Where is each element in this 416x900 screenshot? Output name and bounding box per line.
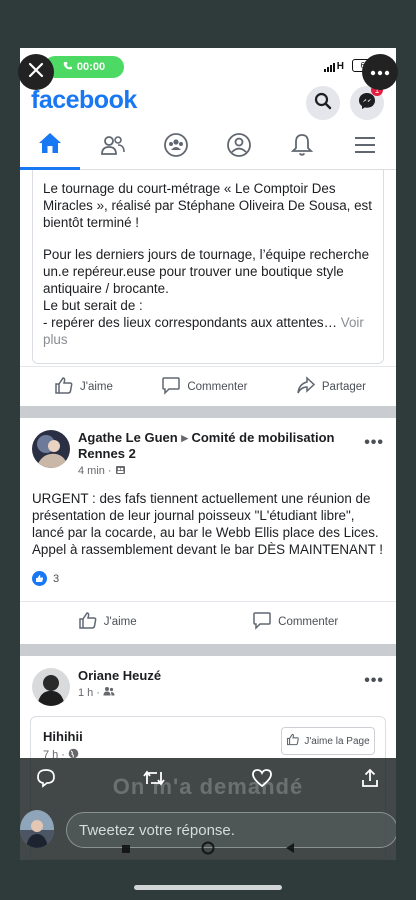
more-horizontal-icon (370, 63, 390, 81)
post-text-truncated: - repérer des lieux correspondants aux a… (43, 315, 338, 330)
post-time[interactable]: 1 h (78, 687, 93, 699)
signal-bars-icon (323, 63, 335, 72)
phone-screen: 00:00 H 64 facebook 1 (20, 48, 396, 860)
bell-icon (290, 132, 314, 163)
thumbs-up-icon (54, 376, 74, 398)
post-text: Pour les derniers jours de tournage, l’é… (43, 247, 370, 296)
system-nav-ghost (20, 840, 396, 860)
tab-notifications[interactable] (272, 124, 332, 170)
share-button[interactable]: Partager (296, 375, 366, 398)
like-button[interactable]: J'aime (54, 376, 113, 398)
close-icon (28, 62, 44, 83)
recents-icon (121, 841, 131, 859)
tweet-reply-bar: On m'a demandé Tweetez votre réponse. (20, 758, 396, 860)
comment-icon (252, 611, 272, 633)
network-type: H (336, 61, 344, 72)
like-label: J'aime (80, 380, 113, 393)
messenger-button[interactable]: 1 (350, 84, 384, 120)
tab-menu[interactable] (335, 124, 395, 170)
share-label: Partager (321, 380, 366, 393)
avatar[interactable] (32, 430, 70, 468)
like-label: J'aime (103, 615, 137, 628)
post-header: Oriane Heuzé 1 h · ••• (32, 668, 384, 718)
author-name[interactable]: Oriane Heuzé (78, 668, 348, 684)
friends-audience-icon (103, 686, 115, 699)
post-header: Agathe Le Guen ▸ Comité de mobilisation … (32, 430, 384, 480)
heart-icon (251, 768, 273, 793)
like-reaction-icon (32, 571, 47, 586)
facebook-nav (20, 124, 396, 170)
feed-post: Agathe Le Guen ▸ Comité de mobilisation … (20, 418, 396, 644)
like-button[interactable]: J'aime (78, 611, 137, 633)
search-icon (314, 92, 332, 115)
signal-indicator: H (323, 61, 344, 72)
post-time[interactable]: 4 min (78, 465, 105, 477)
search-button[interactable] (306, 86, 340, 120)
comment-label: Commenter (187, 380, 248, 393)
comment-button[interactable]: Commenter (252, 611, 338, 633)
thumbs-up-icon (78, 611, 98, 633)
shared-post-content[interactable]: Le tournage du court-métrage « Le Compto… (32, 170, 384, 364)
status-bar: 00:00 H 64 (20, 48, 396, 84)
arrow-icon: ▸ (181, 430, 188, 445)
reaction-count: 3 (53, 572, 60, 585)
post-actions: J'aime Commenter Partager (20, 366, 396, 406)
post-text: URGENT : des fafs tiennent actuellement … (32, 491, 379, 540)
comment-button[interactable]: Commenter (161, 376, 247, 398)
group-privacy-icon (115, 464, 126, 478)
reactions-summary[interactable]: 3 (32, 571, 59, 586)
tab-profile[interactable] (209, 124, 269, 170)
home-circle-icon (201, 841, 215, 860)
post-text: Appel à rassemblement devant le bar DÈS … (32, 542, 384, 557)
tab-home[interactable] (20, 124, 80, 170)
tweet-actions (20, 766, 396, 794)
post-author-line: Agathe Le Guen ▸ Comité de mobilisation … (78, 430, 348, 462)
post-options-icon[interactable]: ••• (364, 434, 384, 452)
author-name[interactable]: Agathe Le Guen (78, 430, 178, 445)
comment-icon (161, 376, 181, 398)
post-meta: 4 min · (78, 464, 126, 478)
home-indicator[interactable] (134, 885, 282, 890)
post-text: - repérer des lieux correspondants aux a… (43, 314, 373, 348)
retweet-icon (142, 768, 166, 793)
reply-placeholder: Tweetez votre réponse. (79, 821, 235, 839)
post-text: Le tournage du court-métrage « Le Compto… (43, 181, 372, 230)
more-options-button[interactable] (362, 54, 398, 90)
call-indicator[interactable]: 00:00 (44, 56, 124, 78)
friends-icon (100, 134, 126, 161)
thumbs-up-icon (286, 733, 300, 749)
tab-friends[interactable] (83, 124, 143, 170)
upload-share-icon (360, 768, 380, 793)
share-icon (296, 375, 316, 398)
facebook-logo[interactable]: facebook (31, 86, 137, 115)
avatar[interactable] (32, 668, 70, 706)
reply-icon (36, 768, 56, 793)
share-tweet-button[interactable] (356, 766, 384, 794)
call-time: 00:00 (76, 61, 106, 73)
like-page-button[interactable]: J'aime la Page (281, 727, 375, 755)
feed-post-shared: Le tournage du court-métrage « Le Compto… (20, 170, 396, 406)
post-actions: J'aime Commenter (20, 601, 396, 641)
groups-icon (163, 132, 189, 163)
home-icon (37, 131, 63, 160)
phone-icon (63, 61, 73, 74)
menu-icon (353, 135, 377, 160)
comment-label: Commenter (278, 615, 339, 628)
post-meta: 1 h · (78, 686, 115, 699)
post-options-icon[interactable]: ••• (364, 672, 384, 690)
back-icon (285, 841, 295, 859)
post-text: Le but serait de : (43, 298, 143, 313)
profile-icon (226, 132, 252, 163)
retweet-button[interactable] (140, 766, 168, 794)
like-tweet-button[interactable] (248, 766, 276, 794)
like-page-label: J'aime la Page (304, 735, 370, 747)
tab-groups[interactable] (146, 124, 206, 170)
page-title[interactable]: Hihihii (43, 729, 83, 744)
facebook-header: facebook 1 (20, 84, 396, 124)
reply-button[interactable] (32, 766, 60, 794)
post-body: URGENT : des fafs tiennent actuellement … (32, 490, 384, 558)
close-button[interactable] (18, 54, 54, 90)
